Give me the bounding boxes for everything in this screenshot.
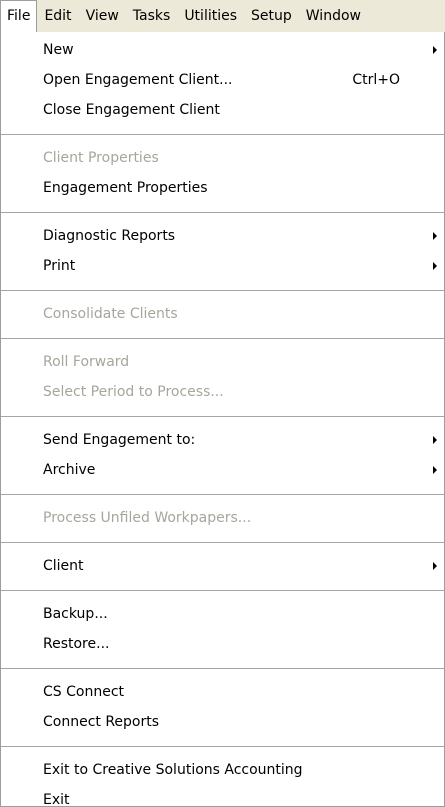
menu-item-label: Open Engagement Client... xyxy=(43,72,233,88)
menu-separator xyxy=(1,494,444,495)
submenu-arrow-icon xyxy=(433,466,437,474)
menu-item-select-period: Select Period to Process... xyxy=(1,377,444,407)
menu-window[interactable]: Window xyxy=(299,0,368,32)
menu-item-label: Connect Reports xyxy=(43,714,160,730)
menu-item-restore[interactable]: Restore... xyxy=(1,629,444,659)
menu-separator xyxy=(1,212,444,213)
menu-tasks[interactable]: Tasks xyxy=(126,0,178,32)
menu-separator xyxy=(1,134,444,135)
file-dropdown-menu: New Open Engagement Client... Ctrl+O Clo… xyxy=(0,32,445,807)
menu-separator xyxy=(1,746,444,747)
menu-file[interactable]: File xyxy=(0,0,38,32)
menu-item-label: Restore... xyxy=(43,636,110,652)
menu-setup[interactable]: Setup xyxy=(244,0,299,32)
menu-item-exit-to-csa[interactable]: Exit to Creative Solutions Accounting xyxy=(1,755,444,785)
menu-item-label: Select Period to Process... xyxy=(43,384,224,400)
menu-item-client[interactable]: Client xyxy=(1,551,444,581)
menu-item-label: Archive xyxy=(43,462,96,478)
shortcut-label: Ctrl+O xyxy=(352,72,400,88)
menu-item-new[interactable]: New xyxy=(1,35,444,65)
menu-item-engagement-properties[interactable]: Engagement Properties xyxy=(1,173,444,203)
menu-item-label: New xyxy=(43,42,74,58)
menu-item-label: Diagnostic Reports xyxy=(43,228,176,244)
menu-separator xyxy=(1,290,444,291)
menu-bar: File Edit View Tasks Utilities Setup Win… xyxy=(0,0,445,32)
submenu-arrow-icon xyxy=(433,262,437,270)
menu-item-client-properties: Client Properties xyxy=(1,143,444,173)
menu-item-open-engagement-client[interactable]: Open Engagement Client... Ctrl+O xyxy=(1,65,444,95)
menu-item-roll-forward: Roll Forward xyxy=(1,347,444,377)
menu-item-label: Send Engagement to: xyxy=(43,432,196,448)
submenu-arrow-icon xyxy=(433,436,437,444)
menu-item-label: Print xyxy=(43,258,76,274)
menu-item-backup[interactable]: Backup... xyxy=(1,599,444,629)
menu-item-diagnostic-reports[interactable]: Diagnostic Reports xyxy=(1,221,444,251)
menu-item-label: Process Unfiled Workpapers... xyxy=(43,510,252,526)
submenu-arrow-icon xyxy=(433,232,437,240)
menu-item-archive[interactable]: Archive xyxy=(1,455,444,485)
menu-item-close-engagement-client[interactable]: Close Engagement Client xyxy=(1,95,444,125)
menu-separator xyxy=(1,416,444,417)
menu-item-label: Consolidate Clients xyxy=(43,306,178,322)
menu-separator xyxy=(1,668,444,669)
menu-separator xyxy=(1,542,444,543)
menu-item-label: CS Connect xyxy=(43,684,124,700)
menu-separator xyxy=(1,338,444,339)
menu-separator xyxy=(1,590,444,591)
menu-item-label: Backup... xyxy=(43,606,108,622)
menu-item-connect-reports[interactable]: Connect Reports xyxy=(1,707,444,737)
menu-item-print[interactable]: Print xyxy=(1,251,444,281)
menu-item-cs-connect[interactable]: CS Connect xyxy=(1,677,444,707)
menu-item-label: Close Engagement Client xyxy=(43,102,220,118)
submenu-arrow-icon xyxy=(433,46,437,54)
menu-item-consolidate-clients: Consolidate Clients xyxy=(1,299,444,329)
menu-item-label: Client Properties xyxy=(43,150,159,166)
menu-item-process-unfiled-workpapers: Process Unfiled Workpapers... xyxy=(1,503,444,533)
menu-edit[interactable]: Edit xyxy=(37,0,78,32)
menu-item-label: Engagement Properties xyxy=(43,180,208,196)
menu-item-exit[interactable]: Exit xyxy=(1,785,444,807)
menu-view[interactable]: View xyxy=(79,0,126,32)
submenu-arrow-icon xyxy=(433,562,437,570)
menu-item-label: Exit to Creative Solutions Accounting xyxy=(43,762,303,778)
menu-item-label: Client xyxy=(43,558,84,574)
menu-utilities[interactable]: Utilities xyxy=(177,0,244,32)
menu-item-send-engagement[interactable]: Send Engagement to: xyxy=(1,425,444,455)
application-window: File Edit View Tasks Utilities Setup Win… xyxy=(0,0,445,807)
menu-item-label: Exit xyxy=(43,792,70,807)
menu-item-label: Roll Forward xyxy=(43,354,130,370)
